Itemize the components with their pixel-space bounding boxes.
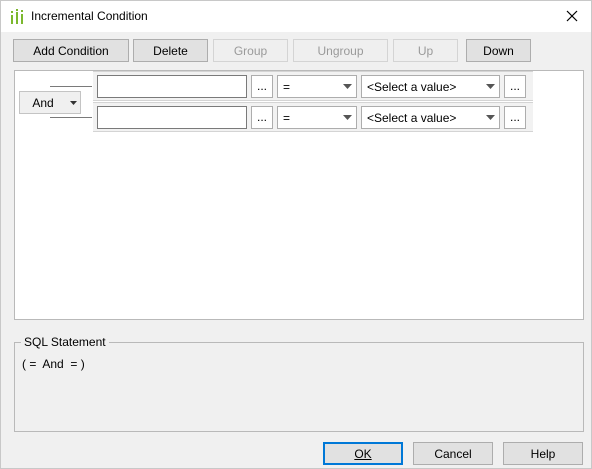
condition-editor: And ... = <Select a value> ... ... = <Se… — [14, 70, 584, 320]
close-icon — [566, 10, 578, 22]
group-operator-label: And — [32, 95, 54, 110]
operator-select[interactable]: = — [277, 75, 357, 98]
help-label: Help — [530, 446, 556, 461]
window-title: Incremental Condition — [31, 9, 148, 23]
sql-statement-label: SQL Statement — [21, 335, 109, 349]
value-text: <Select a value> — [367, 110, 457, 125]
tree-connector — [50, 86, 92, 87]
close-button[interactable] — [561, 5, 583, 27]
value-select[interactable]: <Select a value> — [361, 75, 500, 98]
field-input[interactable] — [97, 106, 247, 129]
title-bar: Incremental Condition — [1, 1, 591, 32]
chevron-down-icon — [338, 76, 356, 97]
field-input[interactable] — [97, 75, 247, 98]
operator-value: = — [283, 79, 291, 94]
tree-connector — [50, 117, 92, 118]
chevron-down-icon — [66, 100, 80, 105]
chevron-down-icon — [481, 107, 499, 128]
group-operator-dropdown[interactable]: And — [19, 91, 81, 114]
add-condition-button[interactable]: Add Condition — [13, 39, 129, 62]
field-browse-button[interactable]: ... — [251, 75, 273, 98]
condition-icon — [11, 9, 23, 24]
value-browse-button[interactable]: ... — [504, 75, 526, 98]
value-text: <Select a value> — [367, 79, 457, 94]
sql-statement-group — [14, 342, 584, 432]
operator-value: = — [283, 110, 291, 125]
ok-button[interactable]: OK — [323, 442, 403, 465]
incremental-condition-dialog: Incremental Condition Add Condition Dele… — [0, 0, 592, 469]
value-select[interactable]: <Select a value> — [361, 106, 500, 129]
ungroup-button[interactable]: Ungroup — [293, 39, 388, 62]
up-button[interactable]: Up — [393, 39, 458, 62]
delete-button[interactable]: Delete — [133, 39, 208, 62]
help-button[interactable]: Help — [503, 442, 583, 465]
cancel-button[interactable]: Cancel — [413, 442, 493, 465]
value-browse-button[interactable]: ... — [504, 106, 526, 129]
field-browse-button[interactable]: ... — [251, 106, 273, 129]
ok-label: OK — [354, 446, 372, 461]
down-button[interactable]: Down — [466, 39, 531, 62]
operator-select[interactable]: = — [277, 106, 357, 129]
chevron-down-icon — [481, 76, 499, 97]
chevron-down-icon — [338, 107, 356, 128]
sql-statement-text: ( = And = ) — [22, 357, 85, 371]
cancel-label: Cancel — [434, 446, 472, 461]
group-button[interactable]: Group — [213, 39, 288, 62]
